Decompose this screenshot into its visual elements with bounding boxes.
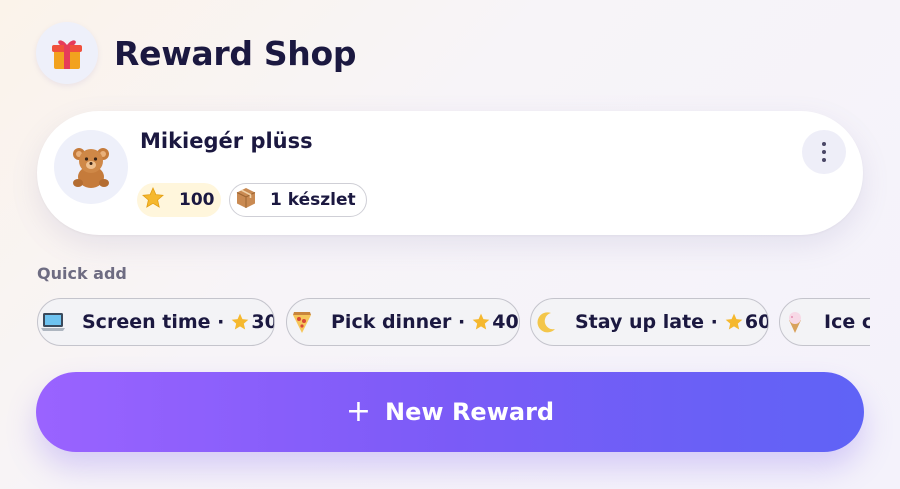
header: Reward Shop — [36, 22, 356, 84]
package-icon — [234, 186, 258, 214]
quick-add-chip-ice-cream[interactable]: Ice cr — [779, 298, 870, 346]
quick-add-chip-screen-time[interactable]: Screen time · 30 — [37, 298, 275, 346]
chip-label: Ice cr — [824, 311, 870, 333]
teddy-bear-icon — [54, 130, 128, 204]
points-badge: 100 — [137, 183, 221, 217]
chip-cost: 60 — [744, 311, 769, 333]
page-title: Reward Shop — [114, 33, 357, 73]
star-icon — [724, 312, 744, 332]
laptop-icon — [40, 309, 66, 335]
star-icon — [230, 312, 250, 332]
moon-icon — [533, 309, 559, 335]
quick-add-chip-stay-up-late[interactable]: Stay up late · 60 — [530, 298, 769, 346]
new-reward-label: New Reward — [385, 398, 555, 426]
quick-add-label: Quick add — [37, 264, 127, 283]
more-vertical-icon — [822, 142, 826, 146]
chip-label: Pick dinner · — [331, 311, 466, 333]
stock-label: 1 készlet — [270, 190, 356, 210]
chip-label: Stay up late · — [575, 311, 718, 333]
ice-cream-icon — [782, 309, 808, 335]
plus-icon: + — [345, 394, 372, 429]
chip-cost: 40 — [492, 311, 519, 333]
quick-add-chips: Screen time · 30 Pick dinner · 40 Stay u… — [37, 298, 870, 350]
points-value: 100 — [179, 190, 215, 210]
stock-badge: 1 készlet — [229, 183, 367, 217]
new-reward-button[interactable]: + New Reward — [36, 372, 864, 452]
reward-card[interactable]: Mikiegér plüss 100 1 készlet — [37, 111, 863, 235]
star-icon — [471, 312, 491, 332]
gift-icon — [36, 22, 98, 84]
chip-cost: 30 — [251, 311, 274, 333]
chip-label: Screen time · — [82, 311, 225, 333]
more-options-button[interactable] — [802, 130, 846, 174]
reward-name: Mikiegér plüss — [140, 129, 313, 153]
pizza-icon — [289, 309, 315, 335]
quick-add-chip-pick-dinner[interactable]: Pick dinner · 40 — [286, 298, 520, 346]
star-icon — [141, 186, 165, 214]
